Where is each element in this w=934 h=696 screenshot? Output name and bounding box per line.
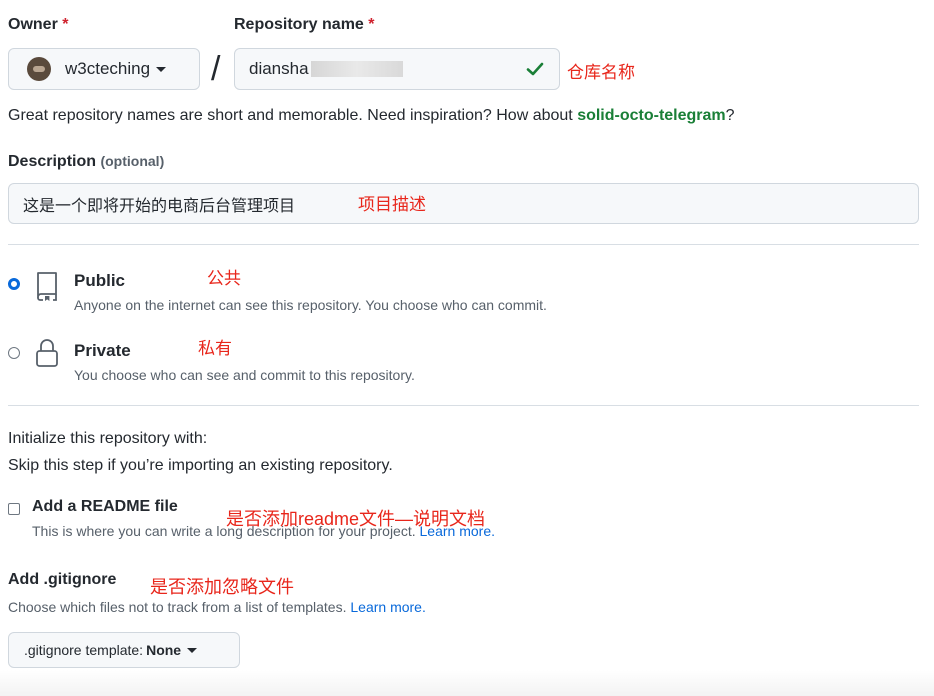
readme-title: Add a README file (32, 498, 178, 515)
suggested-name-link[interactable]: solid-octo-telegram (577, 107, 725, 124)
chevron-down-icon (187, 647, 198, 653)
owner-dropdown[interactable]: w3cteching (8, 48, 200, 90)
description-annotation: 项目描述 (358, 195, 426, 214)
description-label: Description (optional) (8, 153, 165, 170)
private-title: Private (74, 341, 131, 360)
public-title: Public (74, 271, 126, 290)
gitignore-template-dropdown[interactable]: .gitignore template: None (8, 632, 240, 668)
required-mark: * (62, 16, 69, 33)
chevron-down-icon (156, 66, 167, 72)
redacted-blur (310, 61, 403, 77)
repo-name-annotation: 仓库名称 (567, 63, 635, 82)
gitignore-title: Add .gitignore (8, 571, 117, 588)
gitignore-select-prefix: .gitignore template: (24, 642, 144, 658)
repo-icon (37, 272, 57, 301)
readme-checkbox[interactable] (8, 503, 20, 515)
bottom-fade (0, 670, 934, 696)
public-subtitle: Anyone on the internet can see this repo… (74, 297, 547, 313)
owner-label: Owner * (8, 16, 69, 33)
public-annotation: 公共 (207, 269, 241, 288)
repo-name-hint: Great repository names are short and mem… (8, 107, 735, 124)
divider (8, 405, 919, 406)
required-mark: * (368, 16, 375, 33)
repo-name-value: diansha (249, 59, 309, 78)
description-input[interactable]: 这是一个即将开始的电商后台管理项目 (8, 183, 919, 224)
avatar (27, 57, 51, 81)
checkmark-icon (526, 62, 544, 76)
optional-tag: (optional) (100, 153, 165, 169)
private-subtitle: You choose who can see and commit to thi… (74, 367, 415, 383)
public-radio[interactable] (8, 278, 20, 290)
private-radio[interactable] (8, 347, 20, 359)
description-value: 这是一个即将开始的电商后台管理项目 (23, 197, 296, 215)
private-annotation: 私有 (198, 339, 232, 358)
gitignore-select-value: None (146, 642, 182, 658)
readme-learn-more-link[interactable]: Learn more. (420, 523, 495, 539)
lock-icon (36, 339, 58, 367)
gitignore-description: Choose which files not to track from a l… (8, 599, 426, 615)
divider (8, 244, 919, 245)
readme-description: This is where you can write a long descr… (32, 523, 495, 539)
owner-repo-separator: / (211, 50, 221, 88)
gitignore-annotation: 是否添加忽略文件 (150, 577, 294, 597)
repo-name-input[interactable]: diansha (234, 48, 560, 90)
repo-name-label: Repository name * (234, 16, 375, 33)
owner-name: w3cteching (65, 59, 151, 78)
gitignore-learn-more-link[interactable]: Learn more. (350, 599, 425, 615)
init-title: Initialize this repository with: (8, 430, 208, 447)
init-subtitle: Skip this step if you’re importing an ex… (8, 457, 393, 474)
